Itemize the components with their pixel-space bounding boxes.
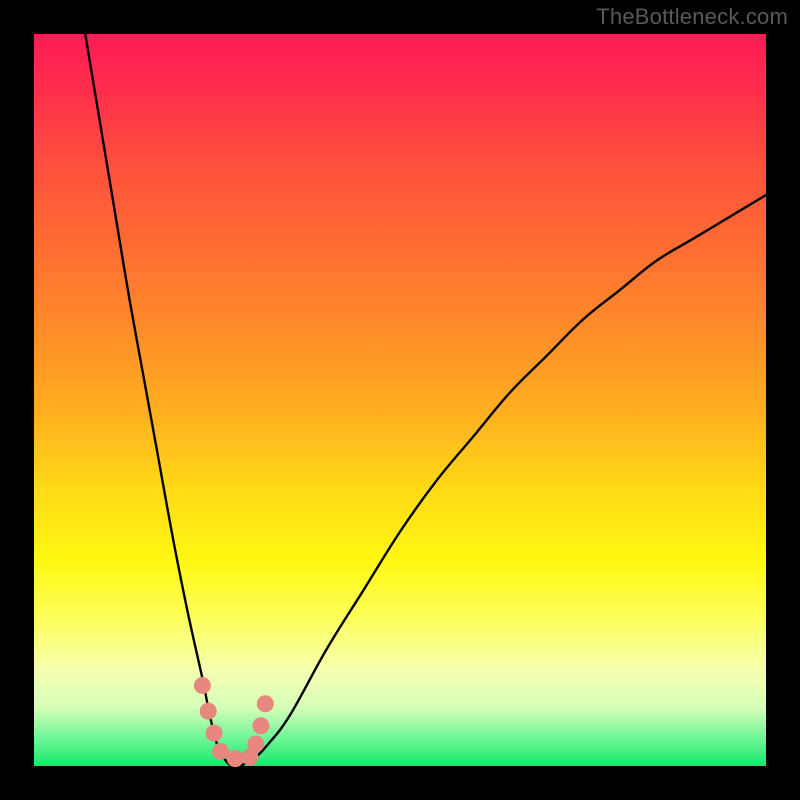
highlight-point <box>200 703 217 720</box>
highlight-point <box>257 695 274 712</box>
highlight-point <box>252 717 269 734</box>
highlight-points <box>194 677 274 767</box>
highlight-point <box>194 677 211 694</box>
highlight-point <box>247 736 264 753</box>
curve-layer <box>34 34 766 766</box>
plot-area <box>34 34 766 766</box>
highlight-point <box>212 743 229 760</box>
highlight-point <box>206 725 223 742</box>
watermark-text: TheBottleneck.com <box>596 4 788 30</box>
chart-frame: TheBottleneck.com <box>0 0 800 800</box>
bottleneck-curve <box>85 34 766 767</box>
highlight-point <box>227 750 244 767</box>
